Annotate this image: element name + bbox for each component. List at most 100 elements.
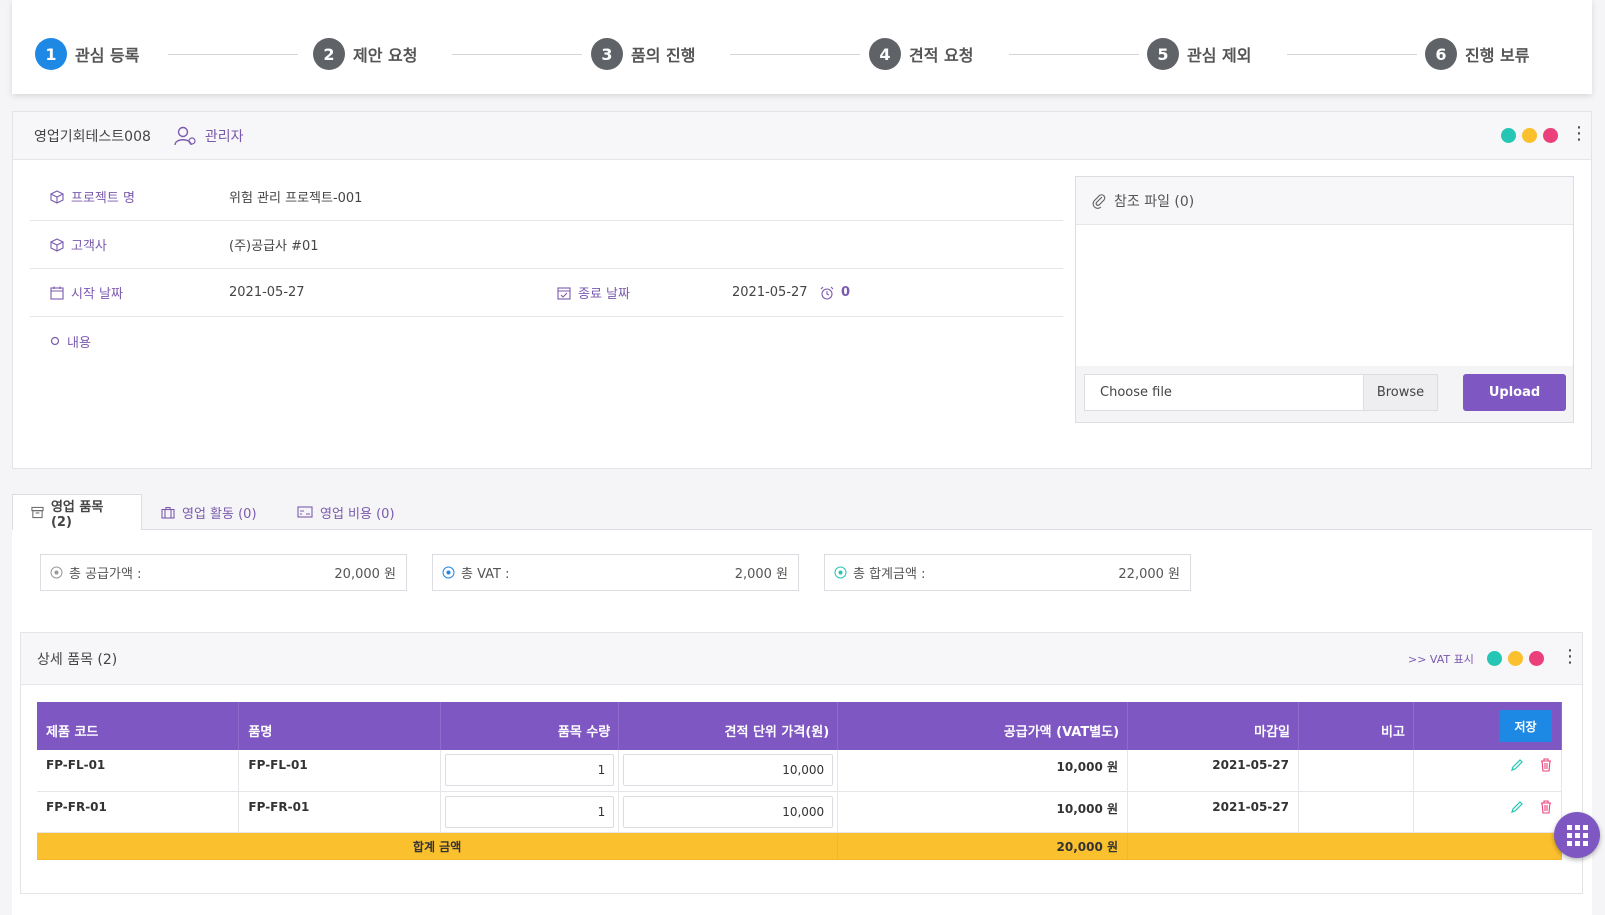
card-header: 영업기회테스트008 관리자 ⋮: [13, 112, 1591, 160]
browse-button[interactable]: Browse: [1363, 375, 1437, 410]
col-product-name[interactable]: 품명: [238, 702, 442, 750]
status-dot-pink[interactable]: [1543, 128, 1558, 143]
opportunity-title: 영업기회테스트008: [34, 128, 151, 145]
product-name-cell: FP-FL-01: [238, 750, 442, 792]
tab-label: 영업 품목 (2): [50, 499, 104, 530]
edit-icon[interactable]: [1510, 758, 1524, 772]
client-value: (주)공급사 #01: [229, 239, 319, 254]
trash-icon[interactable]: [1540, 758, 1552, 772]
client-label: 고객사: [50, 235, 107, 254]
step-5[interactable]: 5 관심 제외: [1147, 38, 1251, 70]
reference-files-title: 참조 파일 (0): [1114, 193, 1195, 210]
project-name-row: 프로젝트 명 위험 관리 프로젝트-001: [30, 173, 1063, 221]
progress-stepper: 1 관심 등록 2 제안 요청 3 품의 진행 4 견적 요청 5 관심 제외 …: [12, 0, 1592, 94]
step-connector: [1009, 54, 1139, 55]
col-supply-amount[interactable]: 공급가액 (VAT별도): [837, 702, 1129, 750]
detail-items-card: 상세 품목 (2) >> VAT 표시 ⋮ 제품 코드 품명 품목 수량 견적 …: [20, 632, 1583, 894]
tab-sales-items[interactable]: 영업 품목 (2): [12, 494, 142, 531]
total-supply-box: 총 공급가액 : 20,000 원: [40, 554, 407, 591]
status-dot-teal[interactable]: [1487, 651, 1502, 666]
status-dot-pink[interactable]: [1529, 651, 1544, 666]
total-vat-label: 총 VAT :: [461, 567, 510, 582]
product-code-cell: FP-FL-01: [37, 750, 240, 792]
step-number: 1: [35, 38, 67, 70]
note-cell: [1298, 791, 1414, 833]
archive-icon: [31, 506, 44, 519]
project-name-label: 프로젝트 명: [50, 187, 135, 206]
step-3[interactable]: 3 품의 진행: [591, 38, 695, 70]
grand-total-label: 총 합계금액 :: [853, 567, 926, 582]
col-unit-price[interactable]: 견적 단위 가격(원): [618, 702, 839, 750]
opportunity-card: 영업기회테스트008 관리자 ⋮ 프로젝트 명 위험 관리 프로젝트-001 고…: [12, 111, 1592, 469]
step-1[interactable]: 1 관심 등록: [35, 38, 139, 70]
tab-label: 영업 비용 (0): [320, 506, 395, 522]
content-row: 내용: [30, 317, 1063, 365]
step-number: 4: [869, 38, 901, 70]
file-input[interactable]: Choose file Browse: [1084, 374, 1438, 411]
unit-price-input[interactable]: 10,000: [623, 754, 834, 786]
quantity-input[interactable]: 1: [445, 754, 615, 786]
total-row: 합계 금액 20,000 원: [37, 832, 1562, 860]
edit-icon[interactable]: [1510, 800, 1524, 814]
circle-icon: [50, 336, 60, 346]
total-vat-box: 총 VAT : 2,000 원: [432, 554, 799, 591]
supply-amount-cell: 10,000 원: [837, 791, 1129, 833]
note-cell: [1298, 750, 1414, 792]
tab-sales-activities[interactable]: 영업 활동 (0): [161, 494, 257, 530]
total-label: 합계 금액: [37, 832, 839, 860]
project-name-value: 위험 관리 프로젝트-001: [229, 191, 363, 206]
detail-items-title: 상세 품목 (2): [37, 651, 118, 668]
trash-icon[interactable]: [1540, 799, 1552, 814]
step-number: 5: [1147, 38, 1179, 70]
step-label: 품의 진행: [631, 46, 696, 65]
status-dot-yellow[interactable]: [1508, 651, 1523, 666]
tab-sales-costs[interactable]: 영업 비용 (0): [297, 494, 395, 530]
target-icon: [50, 566, 63, 579]
client-row: 고객사 (주)공급사 #01: [30, 221, 1063, 269]
step-label: 제안 요청: [353, 46, 418, 65]
col-note[interactable]: 비고: [1298, 702, 1414, 750]
paperclip-icon: [1092, 193, 1106, 209]
end-date-value: 2021-05-27: [732, 285, 808, 300]
step-connector: [168, 54, 298, 55]
user-icon: [174, 126, 196, 145]
col-product-code[interactable]: 제품 코드: [37, 702, 240, 750]
manager-name: 관리자: [204, 128, 244, 145]
status-dots: [1481, 651, 1544, 666]
grand-total-box: 총 합계금액 : 22,000 원: [824, 554, 1191, 591]
more-menu-icon[interactable]: ⋮: [1570, 125, 1588, 143]
col-quantity[interactable]: 품목 수량: [440, 702, 620, 750]
app-menu-button[interactable]: [1554, 812, 1600, 858]
detail-items-table: 제품 코드 품명 품목 수량 견적 단위 가격(원) 공급가액 (VAT별도) …: [37, 702, 1563, 860]
step-number: 6: [1425, 38, 1457, 70]
step-label: 진행 보류: [1465, 46, 1530, 65]
duration-days: 0: [820, 285, 850, 300]
unit-price-input[interactable]: 10,000: [623, 795, 834, 828]
step-6[interactable]: 6 진행 보류: [1425, 38, 1529, 70]
cube-icon: [50, 189, 64, 204]
dates-row: 시작 날짜 2021-05-27 종료 날짜 2021-05-27 0: [30, 269, 1063, 317]
step-4[interactable]: 4 견적 요청: [869, 38, 973, 70]
calendar-check-icon: [557, 286, 571, 300]
manager-link[interactable]: 관리자: [173, 126, 244, 146]
product-code-cell: FP-FR-01: [37, 791, 240, 833]
table-row: FP-FR-01 FP-FR-01 1 10,000 10,000 원 2021…: [37, 791, 1563, 833]
choose-file-text[interactable]: Choose file: [1085, 375, 1363, 410]
status-dot-teal[interactable]: [1501, 128, 1516, 143]
reference-files-list: [1076, 225, 1573, 366]
step-connector: [730, 54, 860, 55]
more-menu-icon[interactable]: ⋮: [1561, 648, 1579, 666]
section-tabs: 영업 품목 (2) 영업 활동 (0) 영업 비용 (0): [12, 494, 1592, 531]
vat-toggle-link[interactable]: >> VAT 표시: [1408, 651, 1474, 667]
upload-button[interactable]: Upload: [1463, 374, 1566, 411]
due-date-cell: 2021-05-27: [1127, 750, 1300, 792]
quantity-input[interactable]: 1: [445, 795, 615, 828]
card-icon: [297, 506, 313, 518]
save-button[interactable]: 저장: [1499, 710, 1552, 742]
step-2[interactable]: 2 제안 요청: [313, 38, 417, 70]
status-dot-yellow[interactable]: [1522, 128, 1537, 143]
target-icon: [834, 566, 847, 579]
col-due-date[interactable]: 마감일: [1127, 702, 1300, 750]
end-date-label: 종료 날짜: [557, 283, 630, 302]
product-name-cell: FP-FR-01: [238, 791, 442, 833]
